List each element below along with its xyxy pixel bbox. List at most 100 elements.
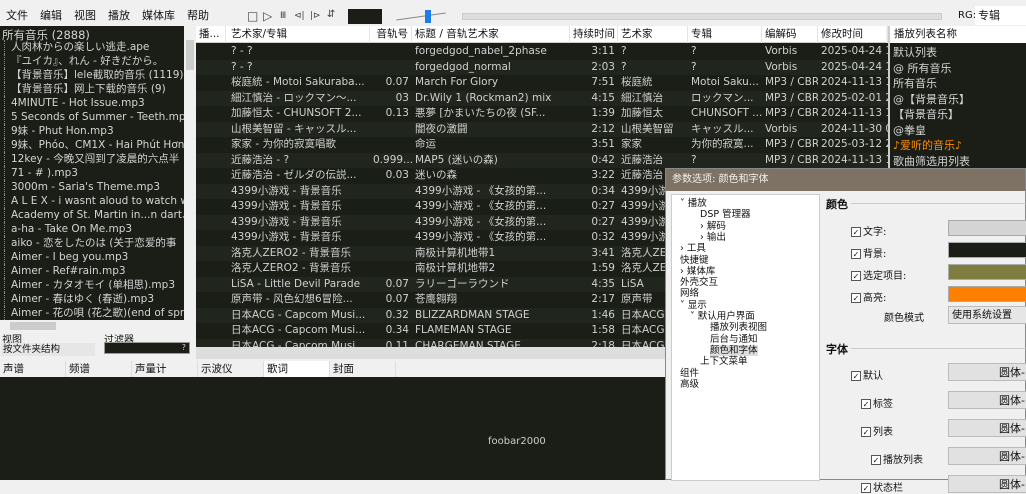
menu-help[interactable]: 帮助 (181, 6, 215, 26)
column-header[interactable]: 标题 / 音轨艺术家 (412, 26, 570, 43)
random-icon[interactable]: ⇵ (327, 9, 335, 20)
menu-playback[interactable]: 播放 (102, 6, 136, 26)
play-icon[interactable]: ▷ (263, 9, 272, 23)
color-checkbox[interactable]: ✓ 背景: (851, 245, 886, 260)
preferences-tree-item[interactable]: 外壳交互 (680, 277, 718, 288)
font-checkbox[interactable]: ✓ 默认 (851, 367, 883, 382)
preferences-tree-item[interactable]: › 工具 (680, 243, 706, 254)
font-button[interactable]: 圆体- (948, 391, 1026, 409)
preferences-tree-item[interactable]: 快捷键 (680, 255, 709, 266)
playlist-row[interactable]: 山根美智留 - キャッスル... 闇夜の激闘 2:12 山根美智留 キャッスル... Vo… (196, 121, 888, 137)
preferences-tree-item[interactable]: ˅ 默认用户界面 (690, 311, 755, 322)
font-checkbox[interactable]: ✓ 播放列表 (871, 451, 923, 466)
library-item[interactable]: Aimer - カタオモイ (单相思).mp3 (4, 278, 175, 292)
library-item[interactable]: Aimer - 春はゆく (春逝).mp3 (4, 292, 154, 306)
menu-view[interactable]: 视图 (68, 6, 102, 26)
playlist-row[interactable]: 加藤恒太 - CHUNSOFT 2... 0.13 悪夢 [かまいたちの夜 (SF.… (196, 106, 888, 122)
library-item[interactable]: 9妹 - Phut Hon.mp3 (4, 124, 114, 138)
library-item[interactable]: a-ha - Take On Me.mp3 (4, 222, 132, 236)
color-checkbox[interactable]: ✓ 文字: (851, 223, 886, 238)
checkbox-icon[interactable]: ✓ (851, 249, 861, 259)
color-swatch-button[interactable] (948, 286, 1026, 302)
playlist-name-item[interactable]: @拳皇 (893, 123, 926, 139)
pause-icon[interactable]: Ⅲ (280, 11, 286, 21)
font-checkbox[interactable]: ✓ 状态栏 (861, 479, 903, 494)
preferences-tree-item[interactable]: › 媒体库 (680, 266, 715, 277)
library-item[interactable]: 【背景音乐】lele截取的音乐 (1119) (4, 68, 184, 82)
checkbox-icon[interactable]: ✓ (861, 427, 871, 437)
column-header[interactable]: 专辑 (688, 26, 762, 43)
checkbox-icon[interactable]: ✓ (861, 483, 871, 493)
menu-edit[interactable]: 编辑 (34, 6, 68, 26)
playlist-row[interactable]: 桜庭統 - Motoi Sakuraba... 0.07 March For Glo… (196, 75, 888, 91)
color-mode-select[interactable]: 使用系统设置 (948, 306, 1026, 324)
library-item[interactable]: 12key - 今晚又闯到了凌晨的六点半 (4, 152, 179, 166)
playlist-name-item[interactable]: 所有音乐 (893, 76, 937, 92)
column-header[interactable]: 持续时间 (570, 26, 618, 43)
previous-icon[interactable]: ⊲| (294, 11, 305, 21)
column-header[interactable]: 播... (196, 26, 226, 43)
tab-5[interactable]: 封面 (330, 361, 396, 377)
playlist-row[interactable]: ? - ? forgedgod_nabel_2phase 3:11?? Vorbis 2… (196, 44, 888, 60)
font-checkbox[interactable]: ✓ 标签 (861, 395, 893, 410)
tab-1[interactable]: 频谱 (66, 361, 132, 377)
stop-icon[interactable]: □ (247, 9, 258, 23)
library-item[interactable]: 『ユイカ』、れん - 好きだから。 (4, 54, 163, 68)
replaygain-select[interactable]: 专辑 (975, 6, 1026, 25)
preferences-tree-item[interactable]: 后台与通知 (710, 334, 758, 345)
preferences-tree-item[interactable]: › 输出 (700, 232, 726, 243)
font-button[interactable]: 圆体- (948, 363, 1026, 381)
font-button[interactable]: 圆体- (948, 419, 1026, 437)
library-vscroll[interactable] (184, 26, 196, 320)
library-item[interactable]: 人肉林からの楽しい逃走.ape (4, 40, 149, 54)
menu-library[interactable]: 媒体库 (136, 6, 181, 26)
volume-knob[interactable] (425, 10, 432, 23)
column-header[interactable]: 艺术家/专辑 (228, 26, 370, 43)
playlist-name-item[interactable]: ♪爱听的音乐♪ (893, 138, 962, 154)
preferences-tree-item[interactable]: ˅ 播放 (680, 198, 707, 209)
library-item[interactable]: Aimer - I beg you.mp3 (4, 250, 128, 264)
playlist-name-item[interactable]: @ 所有音乐 (893, 61, 952, 77)
tab-3[interactable]: 示波仪 (198, 361, 264, 377)
playlist-name-item[interactable]: 【背景音乐】 (893, 107, 959, 123)
preferences-tree-item[interactable]: 组件 (680, 368, 699, 379)
library-hscroll[interactable] (0, 320, 196, 332)
preferences-tree-item[interactable]: 网络 (680, 288, 699, 299)
color-swatch-button[interactable] (948, 220, 1026, 236)
tab-2[interactable]: 声量计 (132, 361, 198, 377)
color-swatch-button[interactable] (948, 264, 1026, 280)
checkbox-icon[interactable]: ✓ (851, 227, 861, 237)
color-checkbox[interactable]: ✓ 高亮: (851, 289, 886, 304)
checkbox-icon[interactable]: ✓ (851, 271, 861, 281)
menu-file[interactable]: 文件 (0, 6, 34, 26)
next-icon[interactable]: |⊳ (310, 11, 321, 21)
checkbox-icon[interactable]: ✓ (851, 293, 861, 303)
filter-input[interactable]: ? (104, 342, 190, 354)
preferences-tree-item[interactable]: ˅ 显示 (680, 300, 707, 311)
checkbox-icon[interactable]: ✓ (871, 455, 881, 465)
playlist-row[interactable]: 近藤浩治 - ? 0.999... MAP5 (迷いの森) 0:42 近藤浩治? MP3 … (196, 152, 888, 168)
playlist-name-item[interactable]: 歌曲筛选用列表 (893, 154, 970, 170)
playlist-row[interactable]: ? - ? forgedgod_normal 2:03?? Vorbis 2025-04… (196, 59, 888, 75)
view-select[interactable]: 按文件夹结构 (1, 343, 95, 356)
preferences-tree-item[interactable]: DSP 管理器 (700, 209, 751, 220)
tab-4[interactable]: 歌词 (264, 361, 330, 377)
library-item[interactable]: Aimer - Ref#rain.mp3 (4, 264, 126, 278)
library-item[interactable]: 【背景音乐】网上下载的音乐 (9) (4, 82, 166, 96)
preferences-tree-item[interactable]: 播放列表视图 (710, 322, 767, 333)
column-header[interactable]: 编解码 (762, 26, 818, 43)
library-item[interactable]: 9妹、Phóo、CM1X - Hai Phút Hơn (4, 138, 184, 152)
preferences-tree-item[interactable]: 上下文菜单 (700, 356, 748, 367)
column-header[interactable]: 修改时间 (818, 26, 888, 43)
volume-slider[interactable] (396, 12, 446, 21)
library-item[interactable]: Aimer - 花の唄 (花之歌)(end of spr (4, 306, 184, 320)
library-item[interactable]: 4MINUTE - Hot Issue.mp3 (4, 96, 145, 110)
library-item[interactable]: 5 Seconds of Summer - Teeth.mp3 (4, 110, 192, 124)
tab-0[interactable]: 声谱 (0, 361, 66, 377)
seek-bar[interactable] (462, 13, 942, 20)
playlist-hscroll[interactable] (196, 347, 666, 359)
font-button[interactable]: 圆体- (948, 447, 1026, 465)
color-checkbox[interactable]: ✓ 选定项目: (851, 267, 906, 282)
column-header[interactable]: 音轨号 (370, 26, 412, 43)
font-button[interactable]: 圆体- (948, 475, 1026, 493)
